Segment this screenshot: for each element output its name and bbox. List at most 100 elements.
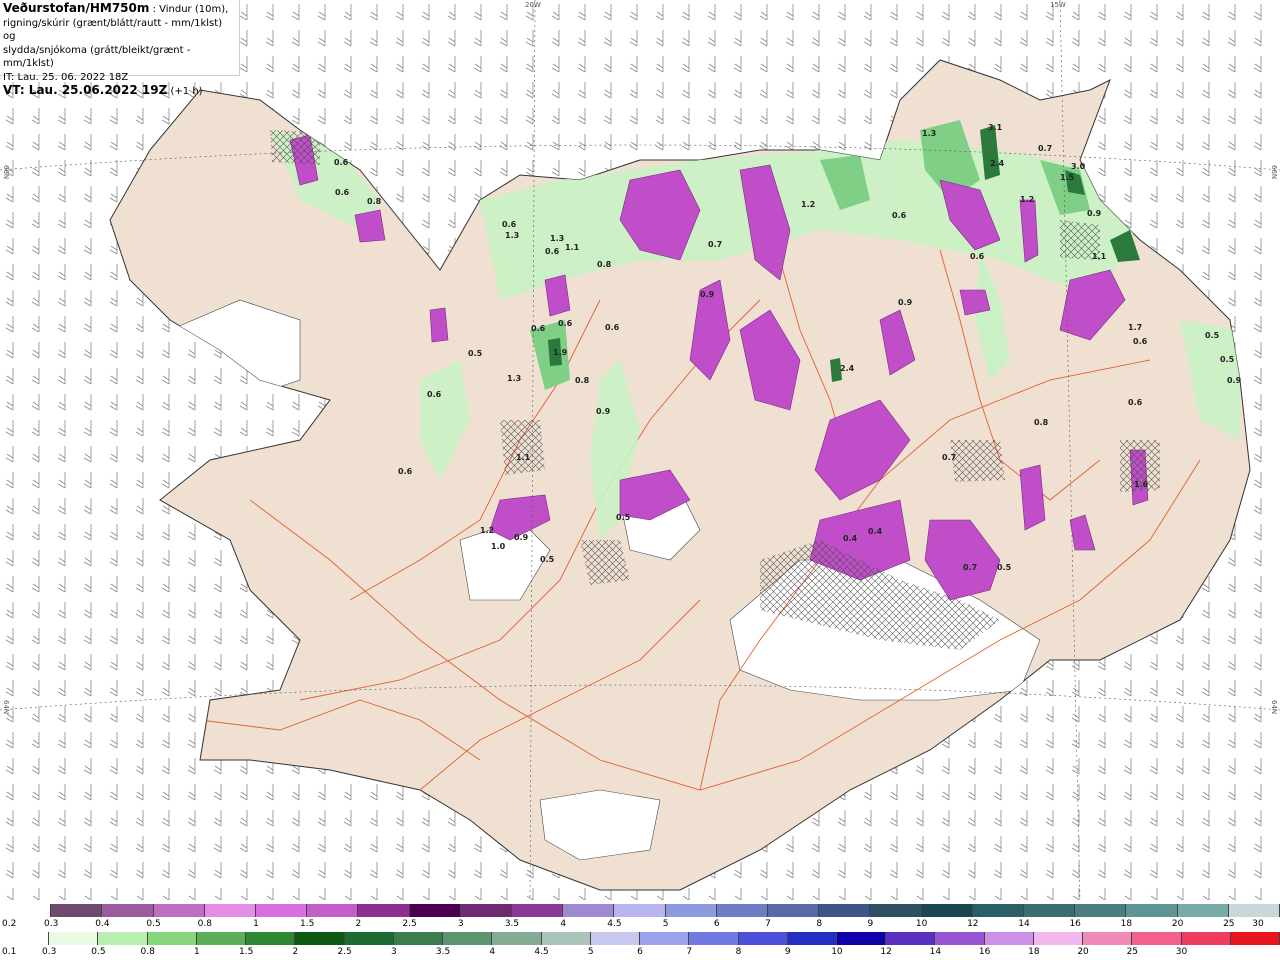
rain-scale-cell <box>295 932 345 945</box>
precip-value-label: 0.5 <box>997 563 1012 572</box>
precip-value-label: 1.3 <box>922 129 936 138</box>
precip-value-label: 0.9 <box>1087 209 1102 218</box>
rain-scale-label: 1 <box>194 947 200 957</box>
precip-value-label: 0.8 <box>575 376 590 385</box>
rain-scale-label: 0.5 <box>91 947 106 957</box>
precip-value-label: 1.2 <box>1020 195 1034 204</box>
snow-scale-cell <box>1177 904 1229 917</box>
snow-scale-cell <box>512 904 564 917</box>
rain-scale-label: 3.5 <box>435 947 451 957</box>
map-brand: Veðurstofan/HM750m <box>3 1 150 15</box>
precip-value-label: 0.6 <box>558 319 573 328</box>
rain-scale-cell <box>984 932 1034 945</box>
snow-scale-label: 2.5 <box>402 919 417 929</box>
rain-scale-cell <box>0 932 50 945</box>
rain-scale-label: 7 <box>686 947 693 957</box>
precip-value-label: 0.5 <box>1220 355 1235 364</box>
rain-scale-cell <box>443 932 493 945</box>
precip-value-label: 0.6 <box>398 467 413 476</box>
rain-scale-label: 10 <box>831 947 843 957</box>
precip-value-label: 1.6 <box>1134 480 1149 489</box>
snow-scale-cell <box>0 904 52 917</box>
snow-scale-cell <box>460 904 513 917</box>
precip-value-label: 0.8 <box>597 260 612 269</box>
precip-value-label: 1.0 <box>491 542 506 551</box>
rain-scale-cell <box>1230 932 1280 945</box>
snow-scale-label: 25 <box>1223 919 1235 929</box>
rain-scale-label: 12 <box>880 947 892 957</box>
snow-scale-cell <box>153 904 205 917</box>
precip-value-label: 1.1 <box>516 453 531 462</box>
precip-value-label: 0.4 <box>868 527 883 536</box>
lat-label-64n-right: 64N <box>1270 700 1278 715</box>
rain-scale-label: 1.5 <box>238 947 254 957</box>
snow-scale-label: 4.5 <box>607 919 622 929</box>
rain-scale-labels: 0.1 0.3 0.5 0.8 1 1.5 2 2.5 3 3.5 4 4.5 5 6 7 8 9 10 12 14 1… <box>0 947 1280 959</box>
precip-value-label: 1.1 <box>1092 252 1107 261</box>
precip-value-label: 0.5 <box>468 349 483 358</box>
rain-scale-cell <box>98 932 148 945</box>
snow-scale-cell <box>614 904 666 917</box>
rain-scale-cell <box>787 932 837 945</box>
rain-scale-cell <box>1083 932 1133 945</box>
precip-value-label: 0.7 <box>963 563 977 572</box>
precip-value-label: 1.9 <box>553 348 568 357</box>
precip-value-label: 1.3 <box>505 231 519 240</box>
rain-scale-cell <box>541 932 591 945</box>
rain-scale-cell <box>492 932 542 945</box>
precip-value-label: 0.8 <box>367 197 382 206</box>
precip-value-label: 2.4 <box>990 159 1005 168</box>
rain-scale-label: 4 <box>489 947 496 957</box>
snow-scale-label: 16 <box>1069 919 1081 929</box>
snow-scale-label: 12 <box>967 919 979 929</box>
precip-value-label: 0.6 <box>1128 398 1143 407</box>
snow-scale-cell <box>563 904 615 917</box>
rain-scale-label: 9 <box>784 947 791 957</box>
initial-time: IT: Lau. 25. 06. 2022 18Z <box>3 71 129 83</box>
rain-scale-label: 3 <box>390 947 397 957</box>
rain-scale-label: 8 <box>735 947 742 957</box>
rain-scale-label: 5 <box>587 947 594 957</box>
rain-scale-cell <box>738 932 788 945</box>
lat-label-66n-right: 66N <box>1270 165 1278 180</box>
rain-scale-cell <box>49 932 99 945</box>
snow-scale-label: 1.5 <box>300 919 315 929</box>
precip-value-label: 0.6 <box>427 390 442 399</box>
snow-scale-cell <box>972 904 1025 917</box>
precip-value-label: 0.6 <box>531 324 546 333</box>
rain-scale-cell <box>393 932 444 945</box>
rain-scale-label: 0.3 <box>42 947 57 957</box>
rain-scale-cell <box>836 932 887 945</box>
lat-label-66n-left: 66N <box>2 165 10 180</box>
snow-scale-cell <box>819 904 871 917</box>
map-title-rest: : Vindur (10m), <box>149 4 229 15</box>
snow-scale-label: 14 <box>1018 919 1030 929</box>
precip-value-label: 2.4 <box>840 364 855 373</box>
rain-color-scale <box>0 932 1280 945</box>
precip-value-label: 0.6 <box>892 211 907 220</box>
snow-scale-label: 18 <box>1120 919 1133 929</box>
snow-scale-label: 1 <box>253 919 259 929</box>
snow-scale-cell <box>256 904 308 917</box>
snow-color-scale <box>0 904 1280 917</box>
snow-scale-cell <box>870 904 922 917</box>
snow-scale-label: 0.2 <box>2 919 17 929</box>
precip-value-label: 1.3 <box>550 234 564 243</box>
snow-scale-label: 8 <box>816 919 823 929</box>
rain-scale-label: 6 <box>637 947 643 957</box>
rain-scale-label: 18 <box>1028 947 1040 957</box>
weather-map: 0.60.80.61.31.10.60.61.90.60.61.30.50.61… <box>0 0 1280 900</box>
lon-label-20w: 20W <box>525 1 541 9</box>
snow-scale-cell <box>358 904 410 917</box>
map-title-box: Veðurstofan/HM750m : Vindur (10m), rigni… <box>0 0 240 97</box>
snow-scale-cell <box>409 904 461 917</box>
precip-value-label: 0.5 <box>1205 331 1220 340</box>
lon-label-15w: 15W <box>1050 1 1066 9</box>
precip-value-label: 1.1 <box>565 243 580 252</box>
rain-scale-cell <box>344 932 394 945</box>
precip-value-label: 0.6 <box>605 323 620 332</box>
rain-scale-label: 2 <box>292 947 299 957</box>
precip-value-label: 0.9 <box>1227 376 1242 385</box>
precip-value-label: 0.6 <box>545 247 560 256</box>
precip-value-label: 0.7 <box>942 453 956 462</box>
